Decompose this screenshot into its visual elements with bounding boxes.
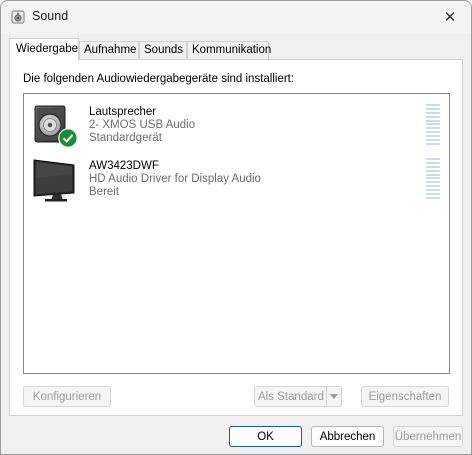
panel-caption: Die folgenden Audiowiedergabegeräte sind…	[23, 73, 295, 85]
set-default-label: Als Standard	[258, 390, 324, 403]
tab-kommunikation[interactable]: Kommunikation	[187, 41, 271, 60]
playback-panel: Die folgenden Audiowiedergabegeräte sind…	[9, 59, 463, 416]
device-status: Standardgerät	[89, 132, 162, 144]
device-status: Bereit	[89, 186, 120, 198]
device-description: 2- XMOS USB Audio	[89, 119, 196, 131]
device-item-aw3423dwf[interactable]: AW3423DWF HD Audio Driver for Display Au…	[24, 154, 449, 206]
ok-button[interactable]: OK	[229, 426, 302, 447]
apply-button[interactable]: Übernehmen	[393, 426, 463, 447]
device-description: HD Audio Driver for Display Audio	[89, 173, 261, 185]
cancel-button[interactable]: Abbrechen	[311, 426, 384, 447]
tab-sounds[interactable]: Sounds	[139, 41, 187, 60]
chevron-down-icon[interactable]	[326, 387, 341, 406]
sound-app-icon	[11, 10, 25, 24]
window-title: Sound	[32, 9, 69, 23]
default-check-icon	[58, 128, 78, 148]
tab-wiedergabe[interactable]: Wiedergabe	[9, 38, 79, 61]
properties-button[interactable]: Eigenschaften	[361, 386, 449, 407]
device-name: AW3423DWF	[89, 160, 159, 172]
volume-meter	[426, 104, 440, 146]
set-default-button[interactable]: Als Standard	[254, 386, 342, 407]
sound-dialog: Sound ✕ Wiedergabe Aufnahme Sounds Kommu…	[0, 0, 472, 455]
volume-meter	[426, 158, 440, 200]
device-list[interactable]: Lautsprecher 2- XMOS USB Audio Standardg…	[23, 93, 450, 374]
device-item-lautsprecher[interactable]: Lautsprecher 2- XMOS USB Audio Standardg…	[24, 100, 449, 152]
title-bar[interactable]: Sound ✕	[1, 1, 471, 33]
device-name: Lautsprecher	[89, 106, 157, 118]
close-button[interactable]: ✕	[435, 3, 465, 31]
close-icon: ✕	[443, 9, 457, 26]
monitor-icon	[33, 159, 75, 202]
tab-aufnahme[interactable]: Aufnahme	[79, 41, 139, 60]
configure-button[interactable]: Konfigurieren	[23, 386, 111, 407]
